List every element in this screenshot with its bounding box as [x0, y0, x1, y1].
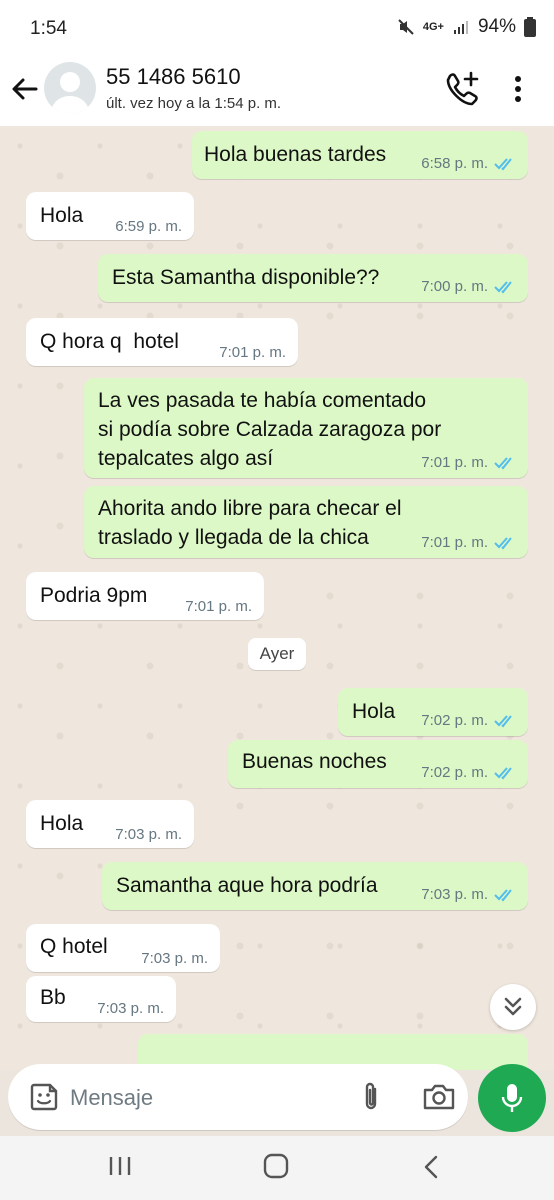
battery-icon: [524, 17, 536, 37]
message-outgoing[interactable]: Esta Samantha disponible?? 7:00 p. m.: [98, 254, 528, 302]
mute-icon: [398, 19, 414, 35]
message-time: 7:01 p. m.: [421, 454, 488, 471]
message-outgoing[interactable]: Samantha aque hora podría 7:03 p. m.: [102, 862, 528, 910]
signal-icon: [453, 21, 468, 34]
message-text: Q hora q hotel: [40, 330, 179, 353]
back-nav-icon[interactable]: [420, 1154, 442, 1180]
emoji-icon[interactable]: [28, 1081, 60, 1113]
message-input-container[interactable]: [8, 1064, 468, 1130]
message-outgoing[interactable]: La ves pasada te había comentado si podí…: [84, 378, 528, 478]
message-time: 6:58 p. m.: [421, 155, 488, 172]
message-text: Hola: [40, 812, 84, 835]
message-meta: 7:02 p. m.: [421, 764, 516, 781]
read-ticks-icon: [494, 157, 512, 170]
message-outgoing[interactable]: Buenas noches 7:02 p. m.: [228, 740, 528, 788]
day-separator: Ayer: [248, 638, 306, 670]
home-icon[interactable]: [262, 1152, 290, 1180]
more-vert-icon[interactable]: [506, 72, 530, 106]
message-text: Podria 9pm: [40, 584, 148, 607]
read-ticks-icon: [494, 888, 512, 901]
message-time: 7:00 p. m.: [421, 278, 488, 295]
chat-header: 55 1486 5610 últ. vez hoy a la 1:54 p. m…: [0, 58, 554, 126]
mic-icon: [501, 1084, 523, 1112]
message-meta: 7:01 p. m.: [421, 534, 516, 551]
message-outgoing[interactable]: Hola 7:02 p. m.: [338, 688, 528, 736]
message-incoming[interactable]: Q hora q hotel 7:01 p. m.: [26, 318, 298, 366]
message-text: Esta Samantha disponible??: [112, 266, 380, 289]
message-meta: 7:03 p. m.: [141, 950, 208, 967]
message-text: Buenas noches: [242, 750, 387, 773]
last-seen-status: últ. vez hoy a la 1:54 p. m.: [106, 95, 282, 112]
message-text: Samantha aque hora podría: [116, 874, 378, 897]
avatar[interactable]: [44, 62, 96, 114]
message-meta: 7:00 p. m.: [421, 278, 516, 295]
read-ticks-icon: [494, 456, 512, 469]
read-ticks-icon: [494, 536, 512, 549]
message-time: 7:03 p. m.: [141, 950, 208, 967]
attach-icon[interactable]: [358, 1080, 384, 1114]
message-input[interactable]: [68, 1082, 332, 1114]
read-ticks-icon: [494, 280, 512, 293]
chevron-double-down-icon: [504, 997, 522, 1016]
message-text: Hola buenas tardes: [204, 143, 387, 166]
message-meta: 7:03 p. m.: [421, 886, 516, 903]
system-nav-bar: [0, 1136, 554, 1200]
status-icons: 4G+ 94%: [397, 16, 536, 38]
message-time: 7:02 p. m.: [421, 764, 488, 781]
message-time: 7:03 p. m.: [421, 886, 488, 903]
message-text: Ahorita ando libre para checar el trasla…: [98, 497, 402, 549]
message-composer: [0, 1056, 554, 1136]
message-meta: 7:01 p. m.: [421, 454, 516, 471]
message-outgoing[interactable]: Hola buenas tardes 6:58 p. m.: [192, 131, 528, 179]
read-ticks-icon: [494, 766, 512, 779]
message-time: 7:03 p. m.: [97, 1000, 164, 1017]
message-incoming[interactable]: Hola 6:59 p. m.: [26, 192, 194, 240]
scroll-to-bottom-button[interactable]: [490, 984, 536, 1030]
message-text: Bb: [40, 986, 66, 1009]
message-text: La ves pasada te había comentado si podí…: [98, 389, 442, 470]
message-meta: 7:03 p. m.: [97, 1000, 164, 1017]
message-time: 7:01 p. m.: [421, 534, 488, 551]
back-arrow-icon[interactable]: [8, 72, 40, 106]
message-time: 6:59 p. m.: [115, 218, 182, 235]
message-incoming[interactable]: Bb 7:03 p. m.: [26, 976, 176, 1022]
message-meta: 7:01 p. m.: [219, 344, 286, 361]
contact-name[interactable]: 55 1486 5610: [106, 64, 241, 90]
message-incoming[interactable]: Hola 7:03 p. m.: [26, 800, 194, 848]
message-time: 7:01 p. m.: [185, 598, 252, 615]
recent-apps-icon[interactable]: [106, 1154, 134, 1178]
mic-button[interactable]: [478, 1064, 546, 1132]
message-meta: 7:03 p. m.: [115, 826, 182, 843]
message-time: 7:01 p. m.: [219, 344, 286, 361]
message-meta: 7:01 p. m.: [185, 598, 252, 615]
message-outgoing[interactable]: Ahorita ando libre para checar el trasla…: [84, 486, 528, 558]
message-time: 7:03 p. m.: [115, 826, 182, 843]
battery-level: 94%: [477, 16, 516, 37]
chat-area[interactable]: Hola buenas tardes 6:58 p. m. Hola 6:59 …: [0, 126, 554, 1070]
message-time: 7:02 p. m.: [421, 712, 488, 729]
message-meta: 6:59 p. m.: [115, 218, 182, 235]
network-type: 4G+: [422, 21, 444, 33]
read-ticks-icon: [494, 714, 512, 727]
status-time: 1:54: [30, 18, 67, 39]
message-text: Hola: [40, 204, 84, 227]
message-meta: 7:02 p. m.: [421, 712, 516, 729]
status-bar: 1:54 4G+ 94%: [0, 0, 554, 58]
camera-icon[interactable]: [422, 1082, 456, 1112]
add-call-icon[interactable]: [442, 70, 482, 106]
message-incoming[interactable]: Podria 9pm 7:01 p. m.: [26, 572, 264, 620]
message-text: Q hotel: [40, 935, 108, 958]
avatar-icon: [50, 72, 90, 114]
message-incoming[interactable]: Q hotel 7:03 p. m.: [26, 924, 220, 972]
message-meta: 6:58 p. m.: [421, 155, 516, 172]
message-text: Hola: [352, 700, 396, 723]
